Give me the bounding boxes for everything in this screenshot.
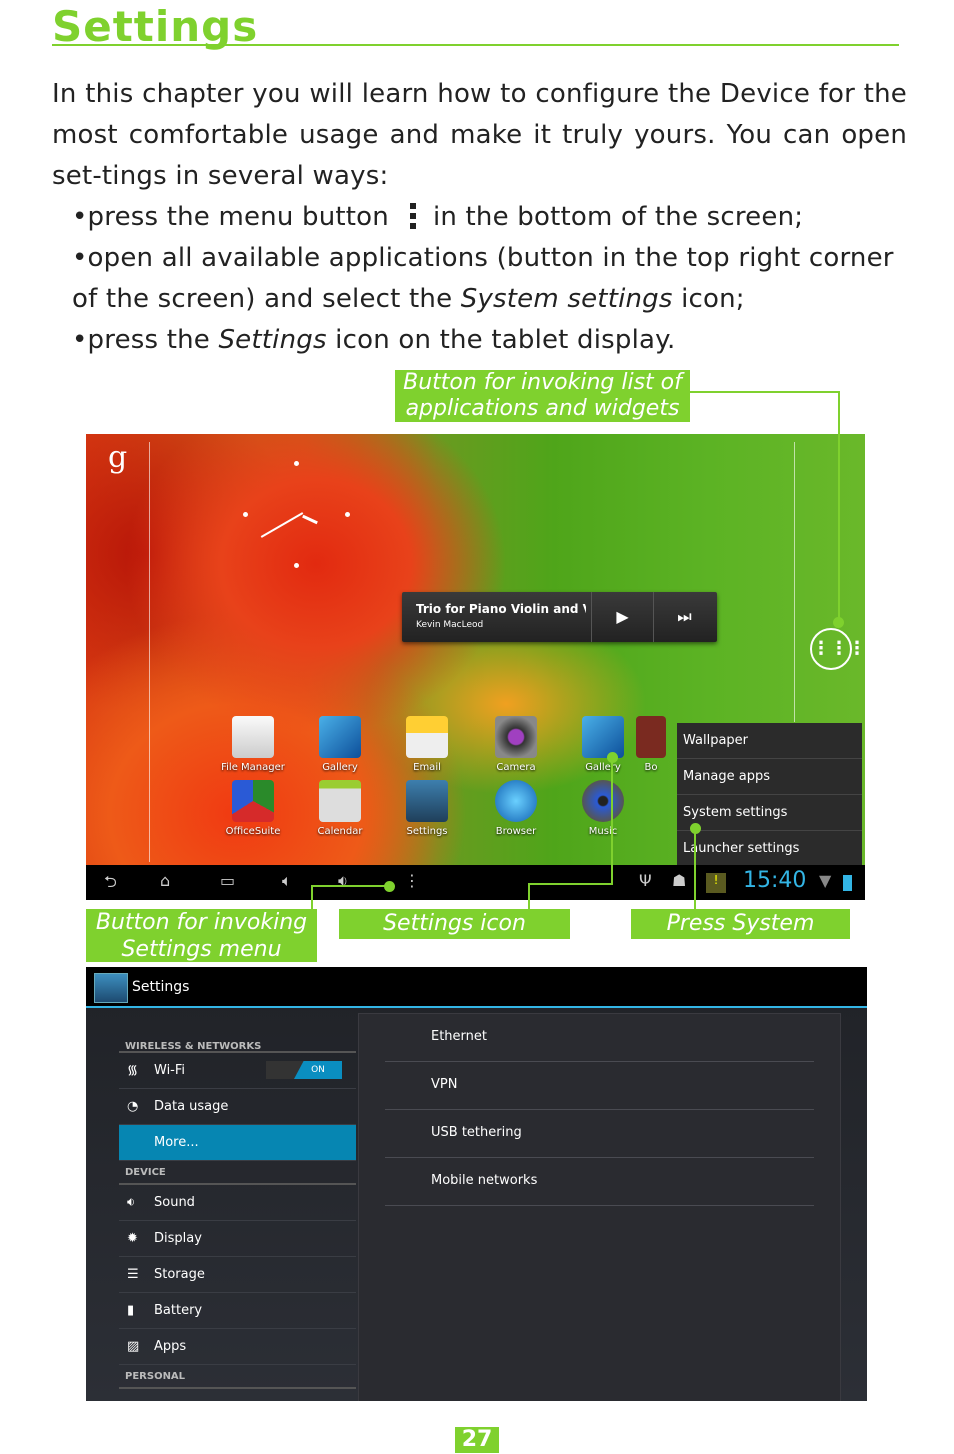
callout-settings-menu: Button for invoking Settings menu bbox=[86, 909, 317, 962]
music-widget[interactable]: Trio for Piano Violin and Vi Kevin MacLe… bbox=[402, 592, 717, 642]
app-books[interactable]: Bo bbox=[631, 716, 671, 773]
app-music[interactable]: Music bbox=[563, 780, 643, 837]
clock: 15:40 bbox=[743, 868, 807, 893]
android-debug-icon: ☗ bbox=[672, 871, 687, 890]
callout-system-settings: Press System settings bbox=[631, 909, 850, 965]
section-header: DEVICE bbox=[119, 1161, 356, 1185]
volume-down-icon[interactable]: 🔈︎ bbox=[282, 871, 292, 891]
settings-title: Settings bbox=[132, 979, 190, 995]
leader-dot bbox=[607, 752, 618, 763]
home-screen-screenshot: g Trio for Piano Violin and Vi Kevin Mac… bbox=[86, 434, 865, 900]
title-underline bbox=[52, 44, 899, 46]
back-icon[interactable]: ⮌ bbox=[104, 871, 117, 898]
leader-dot bbox=[833, 617, 844, 628]
app-officesuite[interactable]: OfficeSuite bbox=[213, 780, 293, 837]
intro-paragraph: In this chapter you will learn how to co… bbox=[52, 79, 907, 191]
leader-line bbox=[690, 391, 839, 393]
app-calendar[interactable]: Calendar bbox=[300, 780, 380, 837]
divider bbox=[149, 442, 150, 862]
settings-item-sound[interactable]: 🔉︎ Sound bbox=[119, 1185, 356, 1221]
callout-apps-button: Button for invoking list of applications… bbox=[395, 370, 690, 422]
settings-item-storage[interactable]: ☰ Storage bbox=[119, 1257, 356, 1293]
app-settings[interactable]: Settings bbox=[387, 780, 467, 837]
leader-line bbox=[528, 883, 530, 910]
data-usage-icon: ◔ bbox=[127, 1099, 139, 1114]
detail-item-usb-tethering[interactable]: USB tethering bbox=[385, 1110, 814, 1158]
menu-item-system-settings[interactable]: System settings bbox=[677, 795, 862, 831]
app-camera[interactable]: Camera bbox=[476, 716, 556, 773]
leader-line bbox=[611, 757, 613, 885]
leader-line bbox=[694, 828, 696, 910]
settings-item-wifi[interactable]: ᯾ Wi-Fi ON bbox=[119, 1053, 356, 1089]
wifi-signal-icon: ▼ bbox=[819, 871, 832, 890]
next-button[interactable]: ⏭ bbox=[653, 592, 715, 642]
apps-icon: ▨ bbox=[127, 1339, 140, 1354]
wifi-icon: ᯾ bbox=[127, 1063, 139, 1078]
section-header: PERSONAL bbox=[119, 1365, 356, 1389]
menu-item-manage-apps[interactable]: Manage apps bbox=[677, 759, 862, 795]
intro-text: In this chapter you will learn how to co… bbox=[52, 74, 907, 361]
menu-dots-icon[interactable]: ⋮ bbox=[404, 871, 420, 890]
action-bar: Settings bbox=[86, 967, 867, 1008]
storage-icon: ☰ bbox=[127, 1267, 139, 1282]
settings-item-apps[interactable]: ▨ Apps bbox=[119, 1329, 356, 1365]
battery-icon bbox=[843, 875, 852, 891]
settings-item-battery[interactable]: ▮ Battery bbox=[119, 1293, 356, 1329]
leader-line bbox=[311, 885, 389, 887]
callout-settings-icon: Settings icon bbox=[339, 909, 570, 939]
settings-screenshot: Settings WIRELESS & NETWORKS ᯾ Wi-Fi ON ◔ D… bbox=[86, 967, 867, 1401]
page-number: 27 bbox=[455, 1427, 499, 1453]
app-browser[interactable]: Browser bbox=[476, 780, 556, 837]
detail-item-ethernet[interactable]: Ethernet bbox=[385, 1014, 814, 1062]
settings-detail-pane: Ethernet VPN USB tethering Mobile networ… bbox=[358, 1013, 841, 1401]
app-file-manager[interactable]: File Manager bbox=[213, 716, 293, 773]
leader-dot bbox=[690, 823, 701, 834]
play-button[interactable]: ▶ bbox=[591, 592, 653, 642]
settings-item-more[interactable]: More... bbox=[119, 1125, 356, 1161]
battery-icon: ▮ bbox=[127, 1303, 135, 1318]
wifi-toggle[interactable]: ON bbox=[266, 1061, 342, 1079]
settings-app-icon[interactable] bbox=[94, 973, 128, 1003]
settings-categories: WIRELESS & NETWORKS ᯾ Wi-Fi ON ◔ Data usage… bbox=[119, 1027, 356, 1389]
volume-up-icon[interactable]: 🔉︎ bbox=[338, 871, 348, 891]
menu-item-launcher-settings[interactable]: Launcher settings bbox=[677, 831, 862, 867]
leader-line bbox=[838, 391, 840, 623]
detail-item-vpn[interactable]: VPN bbox=[385, 1062, 814, 1110]
section-header: WIRELESS & NETWORKS bbox=[119, 1027, 356, 1053]
app-email[interactable]: Email bbox=[387, 716, 467, 773]
detail-item-mobile-networks[interactable]: Mobile networks bbox=[385, 1158, 814, 1206]
bullet-3: press the Settings icon on the tablet di… bbox=[52, 320, 907, 361]
usb-icon: Ψ bbox=[639, 871, 652, 890]
google-search-icon[interactable]: g bbox=[108, 440, 127, 475]
settings-item-data-usage[interactable]: ◔ Data usage bbox=[119, 1089, 356, 1125]
warning-icon: ! bbox=[706, 873, 726, 893]
leader-line bbox=[311, 885, 313, 910]
bullet-2: open all available applications (button … bbox=[52, 238, 907, 320]
context-menu: Wallpaper Manage apps System settings La… bbox=[677, 723, 862, 867]
divider bbox=[794, 442, 795, 722]
display-icon: ✹ bbox=[127, 1231, 138, 1246]
all-apps-button[interactable]: ⋮⋮⋮ bbox=[810, 628, 865, 670]
leader-line bbox=[528, 883, 613, 885]
menu-item-wallpaper[interactable]: Wallpaper bbox=[677, 723, 862, 759]
recent-apps-icon[interactable]: ▭ bbox=[220, 871, 235, 890]
home-icon[interactable]: ⌂ bbox=[160, 871, 170, 890]
system-nav-bar: ⮌ ⌂ ▭ 🔈︎ 🔉︎ ⋮ Ψ ☗ ! 15:40 ▼ bbox=[86, 865, 865, 900]
bullet-1: press the menu buttonin the bottom of th… bbox=[52, 197, 907, 238]
menu-dots-icon bbox=[409, 201, 417, 231]
leader-dot bbox=[384, 881, 395, 892]
app-gallery[interactable]: Gallery bbox=[300, 716, 380, 773]
settings-item-display[interactable]: ✹ Display bbox=[119, 1221, 356, 1257]
sound-icon: 🔉︎ bbox=[127, 1195, 136, 1210]
